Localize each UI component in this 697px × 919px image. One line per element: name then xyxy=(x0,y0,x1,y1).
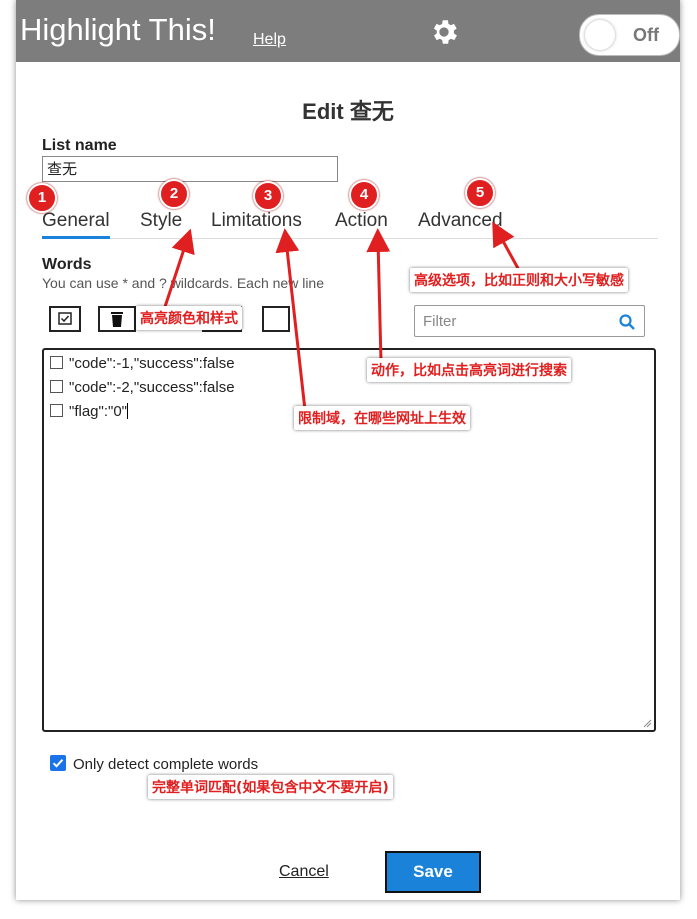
word-text: "flag":"0" xyxy=(69,403,127,420)
word-item[interactable]: "code":-2,"success":false xyxy=(50,379,235,396)
tab-limitations[interactable]: Limitations xyxy=(211,210,302,232)
cancel-button[interactable]: Cancel xyxy=(279,863,329,881)
word-checkbox[interactable] xyxy=(50,356,63,369)
tab-bar: General Style Limitations Action Advance… xyxy=(42,210,658,239)
annotation-badge-5: 5 xyxy=(465,178,495,208)
word-text: "code":-1,"success":false xyxy=(69,355,235,372)
page-title: Edit 查无 xyxy=(302,99,394,124)
word-text: "code":-2,"success":false xyxy=(69,379,235,396)
checkbox-icon xyxy=(58,312,72,325)
action-annotation: 动作，比如点击高亮词进行搜索 xyxy=(367,358,571,382)
word-item[interactable]: "code":-1,"success":false xyxy=(50,355,235,372)
toolbar-button-4[interactable] xyxy=(262,306,290,332)
delete-button[interactable] xyxy=(98,306,136,332)
limitations-annotation: 限制域，在哪些网址上生效 xyxy=(294,406,470,430)
advanced-annotation: 高级选项，比如正则和大小写敏感 xyxy=(410,268,628,292)
filter-input[interactable]: Filter xyxy=(414,305,645,337)
annotation-badge-3: 3 xyxy=(253,181,283,211)
select-all-button[interactable] xyxy=(49,306,81,332)
popup-window: Highlight This! Help Off Edit 查无 List na… xyxy=(16,0,680,900)
words-help-text: You can use * and ? wildcards. Each new … xyxy=(42,275,324,291)
toggle-knob xyxy=(585,20,615,50)
word-checkbox[interactable] xyxy=(50,380,63,393)
list-name-input[interactable]: 查无 xyxy=(42,156,338,182)
app-title: Highlight This! xyxy=(20,12,216,47)
tab-advanced[interactable]: Advanced xyxy=(418,210,503,232)
complete-words-annotation: 完整单词匹配(如果包含中文不要开启) xyxy=(148,775,393,799)
tab-style[interactable]: Style xyxy=(140,210,182,232)
complete-words-label: Only detect complete words xyxy=(73,756,259,773)
save-button[interactable]: Save xyxy=(385,851,481,893)
annotation-badge-1: 1 xyxy=(27,183,57,213)
toggle-label: Off xyxy=(633,25,659,45)
trash-icon xyxy=(111,312,123,327)
header-bar: Highlight This! Help Off xyxy=(16,0,680,62)
checkmark-icon xyxy=(52,759,64,768)
word-item[interactable]: "flag":"0" xyxy=(50,403,128,420)
help-link[interactable]: Help xyxy=(253,31,286,49)
resize-handle-icon[interactable] xyxy=(642,718,652,728)
search-icon xyxy=(619,314,635,330)
enable-toggle[interactable]: Off xyxy=(579,14,680,56)
filter-placeholder: Filter xyxy=(423,313,457,330)
annotation-badge-2: 2 xyxy=(159,179,189,209)
list-name-label: List name xyxy=(42,137,117,154)
tab-general[interactable]: General xyxy=(42,210,110,239)
tab-action[interactable]: Action xyxy=(335,210,388,232)
gear-icon[interactable] xyxy=(428,16,460,48)
annotation-badge-4: 4 xyxy=(349,180,379,210)
style-annotation: 高亮颜色和样式 xyxy=(136,306,242,330)
text-caret xyxy=(127,403,128,419)
complete-words-checkbox[interactable] xyxy=(50,755,66,771)
word-checkbox[interactable] xyxy=(50,404,63,417)
words-label: Words xyxy=(42,256,92,273)
